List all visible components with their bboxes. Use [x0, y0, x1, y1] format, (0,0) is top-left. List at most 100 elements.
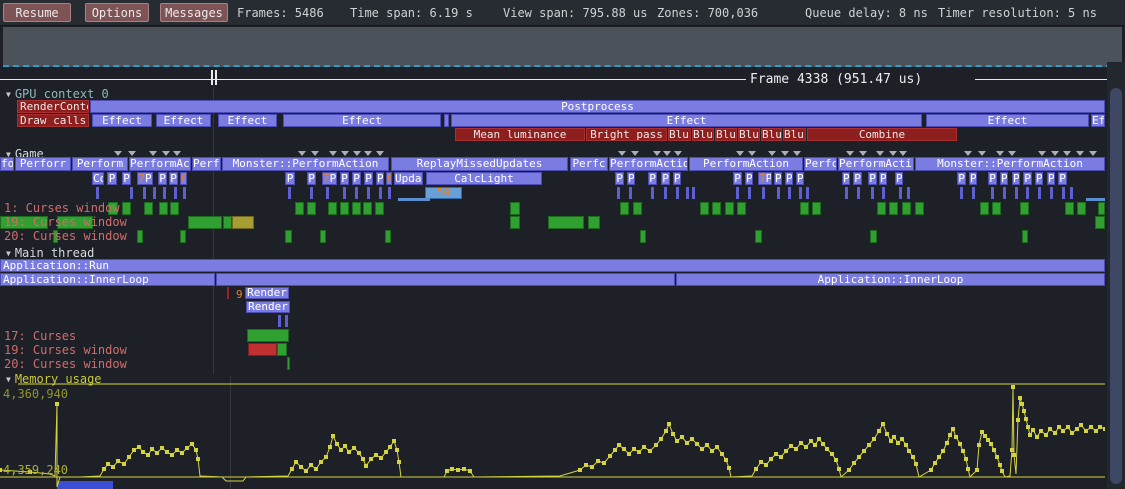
zone-marker-icon[interactable]	[889, 151, 897, 156]
zone[interactable]: Effect	[156, 114, 211, 127]
lock-zone[interactable]	[352, 202, 361, 215]
zone-tick[interactable]	[960, 187, 963, 199]
zone[interactable]: Co	[92, 172, 104, 185]
zone[interactable]: PerformActio	[609, 157, 688, 171]
zone[interactable]: Effect	[451, 114, 922, 127]
zone-marker-icon[interactable]	[793, 151, 801, 156]
lock-zone[interactable]	[285, 230, 292, 243]
zone-tick[interactable]	[762, 187, 765, 199]
zone[interactable]: P	[169, 172, 178, 185]
zone-marker-icon[interactable]	[298, 151, 306, 156]
zone-marker-icon[interactable]	[1038, 151, 1046, 156]
zone[interactable]: P	[988, 172, 997, 185]
lock-zone[interactable]	[992, 202, 1001, 215]
zone[interactable]: Application::InnerLoop	[0, 273, 215, 286]
zone[interactable]	[444, 114, 449, 127]
zone[interactable]: P	[1012, 172, 1020, 185]
zone-tick[interactable]	[183, 187, 186, 199]
lock-zone[interactable]	[375, 202, 384, 215]
zone-tick[interactable]	[1015, 187, 1018, 199]
zone-marker-icon[interactable]	[353, 151, 361, 156]
lock-zone[interactable]	[340, 202, 349, 215]
zone[interactable]: Effect	[92, 114, 152, 127]
zone[interactable]: P	[615, 172, 624, 185]
lock-zone[interactable]	[159, 202, 168, 215]
gpu-zone[interactable]: Blu	[761, 128, 782, 141]
lock-zone[interactable]	[363, 202, 372, 215]
resume-button[interactable]: Resume	[3, 3, 71, 22]
zone[interactable]: 7P	[137, 172, 153, 185]
zone-marker-icon[interactable]	[781, 151, 789, 156]
zone-marker-icon[interactable]	[128, 151, 136, 156]
zone-tick[interactable]	[806, 187, 809, 199]
zone[interactable]: Perforr	[15, 157, 71, 171]
frames-overview-strip[interactable]	[3, 27, 1122, 67]
zone[interactable]: P	[1000, 172, 1008, 185]
zone[interactable]: 6	[386, 172, 392, 185]
zone-marker-icon[interactable]	[736, 151, 744, 156]
zone-marker-icon[interactable]	[876, 151, 884, 156]
lock-zone[interactable]	[188, 216, 222, 229]
lock-zone[interactable]	[328, 202, 337, 215]
gpu-zone[interactable]: Draw calls	[17, 114, 89, 127]
zone-tick[interactable]	[388, 187, 391, 199]
lock-zone[interactable]	[180, 230, 186, 243]
lock-zone[interactable]	[755, 230, 762, 243]
zone[interactable]: Update	[394, 172, 423, 185]
zone-tick[interactable]	[367, 187, 370, 199]
zone-tick[interactable]	[676, 187, 679, 199]
zone-tick[interactable]	[130, 187, 133, 199]
zone[interactable]: P	[364, 172, 373, 185]
zone[interactable]: P	[745, 172, 753, 185]
zone[interactable]: Effect	[283, 114, 441, 127]
zone-tick[interactable]	[355, 187, 358, 199]
gpu-zone[interactable]: RenderConte	[17, 100, 89, 113]
zone[interactable]: Monster::PerformAction	[222, 157, 389, 171]
zone-tick[interactable]	[1070, 187, 1073, 199]
lock-zone[interactable]	[1065, 202, 1074, 215]
zone-marker-icon[interactable]	[748, 151, 756, 156]
lock-zone[interactable]	[170, 202, 179, 215]
zone[interactable]: Effect	[218, 114, 277, 127]
lock-zone[interactable]	[980, 202, 989, 215]
zone[interactable]	[216, 273, 675, 286]
lock-zone[interactable]	[1098, 202, 1105, 215]
thread-label[interactable]: 20: Curses window	[4, 229, 127, 243]
lock-zone-error[interactable]	[248, 343, 277, 356]
zone[interactable]: Perfc	[804, 157, 837, 171]
running-indicator[interactable]	[1086, 198, 1105, 201]
lock-zone[interactable]	[510, 202, 520, 215]
zone-marker-icon[interactable]	[768, 151, 776, 156]
zone[interactable]: CalcLight	[426, 172, 542, 185]
gpu-zone[interactable]: Mean luminance	[455, 128, 585, 141]
zone-marker-icon[interactable]	[329, 151, 337, 156]
zone-marker-icon[interactable]	[149, 151, 157, 156]
zone[interactable]: P	[352, 172, 361, 185]
zone-tick[interactable]	[143, 187, 146, 199]
zone-marker-icon[interactable]	[631, 151, 639, 156]
lock-zone[interactable]	[307, 202, 316, 215]
section-header-main-thread[interactable]: ▼Main thread	[6, 246, 94, 260]
lock-zone[interactable]	[877, 202, 886, 215]
zone[interactable]: 7P	[322, 172, 337, 185]
zone[interactable]: P	[796, 172, 804, 185]
zone[interactable]: Postprocess	[90, 100, 1105, 113]
zone[interactable]: P	[895, 172, 903, 185]
gpu-zone[interactable]: Bright pass	[586, 128, 667, 141]
zone[interactable]: 7P	[758, 172, 772, 185]
zone[interactable]: 6	[180, 172, 187, 185]
zone-marker-icon[interactable]	[1051, 151, 1059, 156]
lock-zone[interactable]	[137, 230, 143, 243]
zone-marker-icon[interactable]	[1008, 151, 1016, 156]
zone-tick[interactable]	[1038, 187, 1041, 199]
zone[interactable]: P	[340, 172, 349, 185]
zone-tick[interactable]	[278, 315, 281, 327]
lock-zone[interactable]	[548, 216, 584, 229]
zone[interactable]: Application::InnerLoop	[676, 273, 1105, 286]
zone-tick[interactable]	[788, 187, 791, 199]
lock-zone[interactable]	[870, 230, 877, 243]
lock-zone[interactable]	[737, 202, 746, 215]
zone-tick[interactable]	[748, 187, 751, 199]
zone[interactable]: P	[158, 172, 167, 185]
zone-tick[interactable]	[343, 187, 346, 199]
